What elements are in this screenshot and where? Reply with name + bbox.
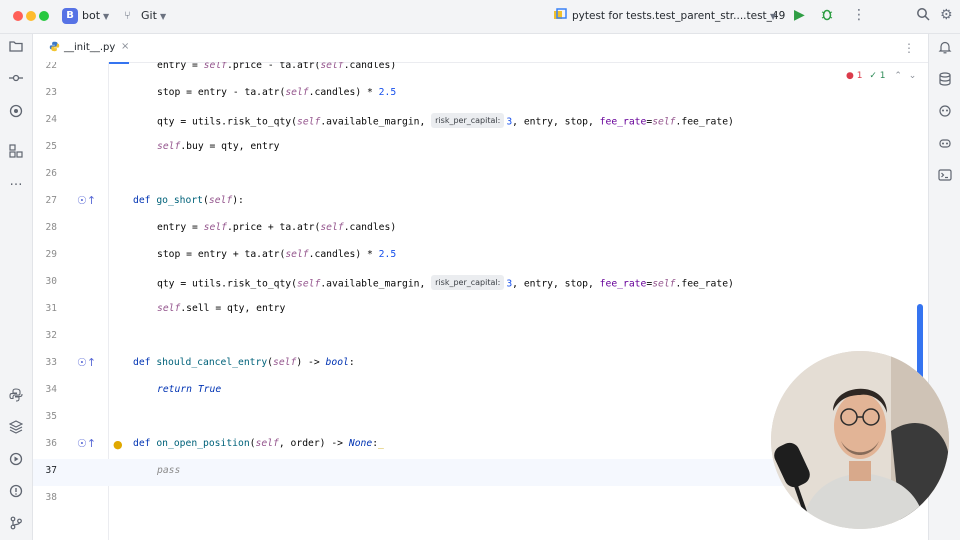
settings-gear-icon[interactable]: ⚙: [940, 7, 953, 23]
code-line: 31 self.sell = qty, entry: [33, 297, 928, 324]
more-tools-icon[interactable]: …: [0, 174, 32, 189]
code-text: def should_cancel_entry(self) -> bool:: [133, 357, 355, 368]
chevron-down-icon: ▼: [103, 12, 110, 21]
code-line: 28 entry = self.price + ta.atr(self.cand…: [33, 216, 928, 243]
left-tool-strip: …: [0, 34, 33, 540]
database-icon[interactable]: [929, 72, 960, 90]
folder-icon[interactable]: [0, 40, 32, 56]
line-number: 38: [45, 492, 57, 503]
code-line: 30 qty = utils.risk_to_qty(self.availabl…: [33, 270, 928, 297]
chevron-down-icon: ▼: [770, 12, 777, 21]
code-text: self.sell = qty, entry: [157, 303, 286, 314]
webcam-overlay: [771, 351, 949, 529]
run-icon[interactable]: ▶: [794, 7, 805, 23]
line-number: 32: [45, 330, 57, 341]
code-text: pass: [157, 465, 181, 476]
override-method-icon[interactable]: ☉↑: [77, 356, 96, 369]
line-number: 25: [45, 141, 57, 152]
tab-actions-icon[interactable]: ⋮: [903, 41, 915, 55]
more-actions-icon[interactable]: ⋮: [852, 7, 866, 23]
line-number: 27: [45, 195, 57, 206]
branch-icon: ⑂: [124, 9, 131, 22]
code-line: 25 self.buy = qty, entry: [33, 135, 928, 162]
git-icon[interactable]: [0, 516, 32, 534]
parameter-hint: risk_per_capital:: [431, 113, 505, 128]
python-console-icon[interactable]: [0, 388, 32, 406]
code-text: qty = utils.risk_to_qty(self.available_m…: [157, 275, 734, 291]
python-file-icon: [49, 41, 60, 55]
code-text: return True: [157, 384, 222, 395]
line-number: 36: [45, 438, 57, 449]
code-text: entry = self.price - ta.atr(self.candles…: [157, 62, 397, 71]
pytest-run-config-icon: [553, 8, 567, 25]
line-number: 28: [45, 222, 57, 233]
ai-assistant-icon[interactable]: [929, 104, 960, 122]
problems-icon[interactable]: [0, 484, 32, 502]
error-icon: ●: [846, 71, 854, 81]
line-number: 29: [45, 249, 57, 260]
check-icon: ✓: [869, 71, 877, 81]
ok-count: 1: [879, 71, 886, 81]
line-number: 37: [45, 465, 57, 476]
notifications-icon[interactable]: [929, 40, 960, 58]
line-number: 31: [45, 303, 57, 314]
title-bar: B bot ▼ ⑂ Git ▼ pytest for tests.test_pa…: [0, 0, 960, 34]
code-line: 32: [33, 324, 928, 351]
close-window-button[interactable]: [13, 11, 23, 21]
line-number: 35: [45, 411, 57, 422]
debug-icon[interactable]: [820, 7, 834, 25]
inspection-widget[interactable]: ● 1 ✓ 1 ⌃ ⌄: [846, 71, 916, 81]
code-line: 26: [33, 162, 928, 189]
search-icon[interactable]: [916, 7, 930, 25]
chevron-down-icon: ▼: [160, 12, 167, 21]
code-line: 23 stop = entry - ta.atr(self.candles) *…: [33, 81, 928, 108]
tab-init-py[interactable]: __init__.py ×: [39, 34, 129, 64]
structure-icon[interactable]: [0, 144, 32, 162]
code-line: 33 ☉↑ def should_cancel_entry(self) -> b…: [33, 351, 928, 378]
editor-tab-bar: __init__.py × ⋮: [33, 34, 928, 64]
code-text: entry = self.price + ta.atr(self.candles…: [157, 222, 397, 233]
code-line: 27 ☉↑ def go_short(self):: [33, 189, 928, 216]
run-configuration-selector[interactable]: pytest for tests.test_parent_str....test…: [572, 10, 785, 22]
lightbulb-icon[interactable]: ●: [113, 438, 123, 451]
code-text: def on_open_position(self, order) -> Non…: [133, 438, 384, 449]
code-text: stop = entry - ta.atr(self.candles) * 2.…: [157, 87, 397, 98]
code-line: 29 stop = entry + ta.atr(self.candles) *…: [33, 243, 928, 270]
override-method-icon[interactable]: ☉↑: [77, 437, 96, 450]
tab-label: __init__.py: [64, 42, 116, 53]
close-tab-icon[interactable]: ×: [121, 41, 129, 52]
terminal-icon[interactable]: [929, 168, 960, 186]
code-text: def go_short(self):: [133, 195, 244, 206]
maximize-window-button[interactable]: [39, 11, 49, 21]
copilot-icon[interactable]: [929, 136, 960, 154]
code-line: 22 entry = self.price - ta.atr(self.cand…: [33, 62, 928, 81]
commit-icon[interactable]: [0, 72, 32, 88]
pull-requests-icon[interactable]: [0, 104, 32, 122]
code-line: 24 qty = utils.risk_to_qty(self.availabl…: [33, 108, 928, 135]
code-text: self.buy = qty, entry: [157, 141, 280, 152]
line-number: 23: [45, 87, 57, 98]
error-count: 1: [856, 71, 863, 81]
code-text: qty = utils.risk_to_qty(self.available_m…: [157, 113, 734, 129]
code-text: stop = entry + ta.atr(self.candles) * 2.…: [157, 249, 397, 260]
parameter-hint: risk_per_capital:: [431, 275, 505, 290]
override-method-icon[interactable]: ☉↑: [77, 194, 96, 207]
chevron-down-icon[interactable]: ⌄: [909, 71, 917, 81]
minimize-window-button[interactable]: [26, 11, 36, 21]
project-badge[interactable]: B: [62, 8, 78, 24]
line-number: 22: [45, 62, 57, 71]
vcs-selector[interactable]: Git: [141, 9, 157, 22]
line-number: 34: [45, 384, 57, 395]
line-number: 33: [45, 357, 57, 368]
services-icon[interactable]: [0, 452, 32, 470]
line-number: 30: [45, 276, 57, 287]
line-number: 24: [45, 114, 57, 125]
chevron-up-icon[interactable]: ⌃: [894, 71, 902, 81]
layers-icon[interactable]: [0, 420, 32, 438]
line-number: 26: [45, 168, 57, 179]
project-selector[interactable]: bot: [82, 9, 100, 22]
